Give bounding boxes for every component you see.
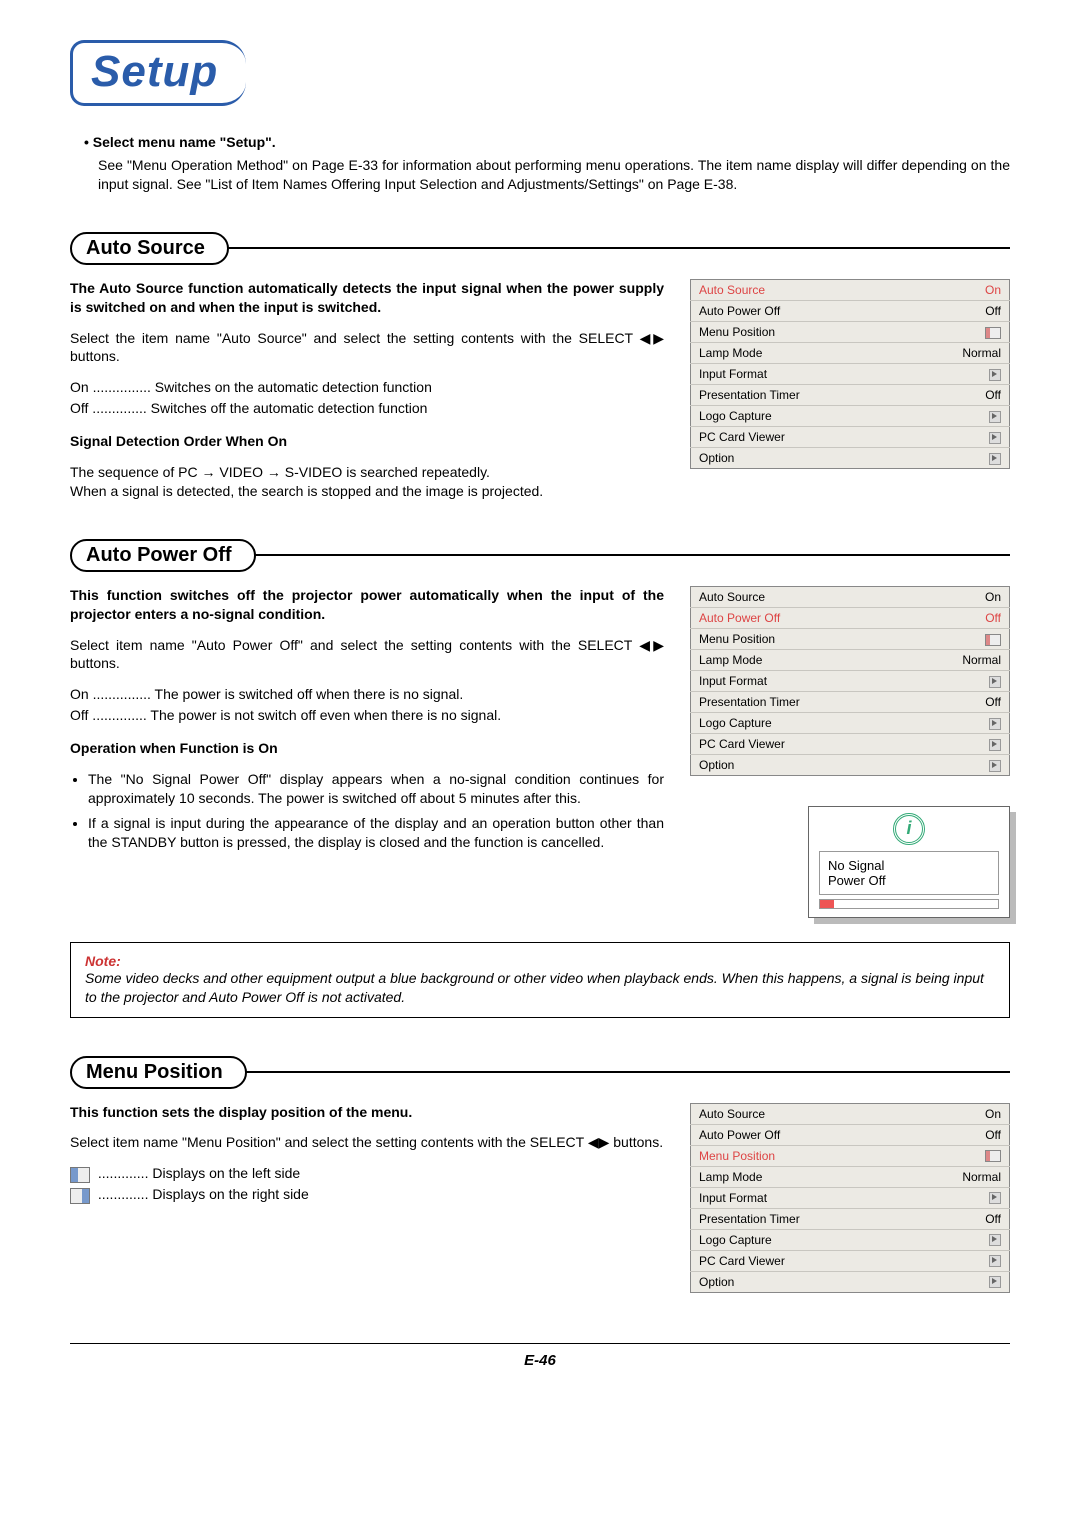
- page-footer: E-46: [70, 1343, 1010, 1369]
- note-title: Note:: [85, 953, 995, 969]
- info-icon: i: [893, 813, 925, 845]
- no-signal-box: i No Signal Power Off: [808, 806, 1010, 918]
- auto-source-bold2: Signal Detection Order When On: [70, 432, 664, 451]
- section-heading-auto-power-off: Auto Power Off: [70, 539, 256, 572]
- auto-source-on: On ............... Switches on the autom…: [70, 378, 664, 397]
- auto-source-p2: The sequence of PC → VIDEO → S-VIDEO is …: [70, 463, 664, 482]
- apo-b2: If a signal is input during the appearan…: [88, 814, 664, 852]
- section-divider: [254, 554, 1010, 556]
- intro-text: See "Menu Operation Method" on Page E-33…: [98, 156, 1010, 194]
- apo-b1: The "No Signal Power Off" display appear…: [88, 770, 664, 808]
- left-position-icon: [70, 1167, 90, 1183]
- page-title: Setup: [91, 47, 218, 96]
- intro-bullet: • Select menu name "Setup".: [84, 134, 1010, 150]
- menu-table-auto-source: Auto SourceOnAuto Power OffOffMenu Posit…: [690, 279, 1010, 469]
- section-heading-menu-position: Menu Position: [70, 1056, 247, 1089]
- apo-bold2: Operation when Function is On: [70, 739, 664, 758]
- mp-left: ............. Displays on the left side: [70, 1164, 664, 1183]
- mp-right: ............. Displays on the right side: [70, 1185, 664, 1204]
- menu-table-auto-power-off: Auto SourceOnAuto Power OffOffMenu Posit…: [690, 586, 1010, 776]
- auto-source-p3: When a signal is detected, the search is…: [70, 482, 664, 501]
- apo-bold1: This function switches off the projector…: [70, 586, 664, 624]
- mp-p1: Select item name "Menu Position" and sel…: [70, 1133, 664, 1152]
- no-signal-line1: No Signal: [828, 858, 990, 873]
- mp-bold1: This function sets the display position …: [70, 1103, 664, 1122]
- auto-source-off: Off .............. Switches off the auto…: [70, 399, 664, 418]
- page-title-box: Setup: [70, 40, 246, 106]
- apo-p1: Select item name "Auto Power Off" and se…: [70, 636, 664, 674]
- section-divider: [227, 247, 1010, 249]
- note-body: Some video decks and other equipment out…: [85, 969, 995, 1007]
- section-heading-auto-source: Auto Source: [70, 232, 229, 265]
- right-position-icon: [70, 1188, 90, 1204]
- note-box: Note: Some video decks and other equipme…: [70, 942, 1010, 1018]
- auto-source-bold1: The Auto Source function automatically d…: [70, 279, 664, 317]
- no-signal-line2: Power Off: [828, 873, 990, 888]
- apo-on: On ............... The power is switched…: [70, 685, 664, 704]
- progress-bar: [819, 899, 999, 909]
- auto-source-p1: Select the item name "Auto Source" and s…: [70, 329, 664, 367]
- section-divider: [245, 1071, 1010, 1073]
- apo-off: Off .............. The power is not swit…: [70, 706, 664, 725]
- menu-table-menu-position: Auto SourceOnAuto Power OffOffMenu Posit…: [690, 1103, 1010, 1293]
